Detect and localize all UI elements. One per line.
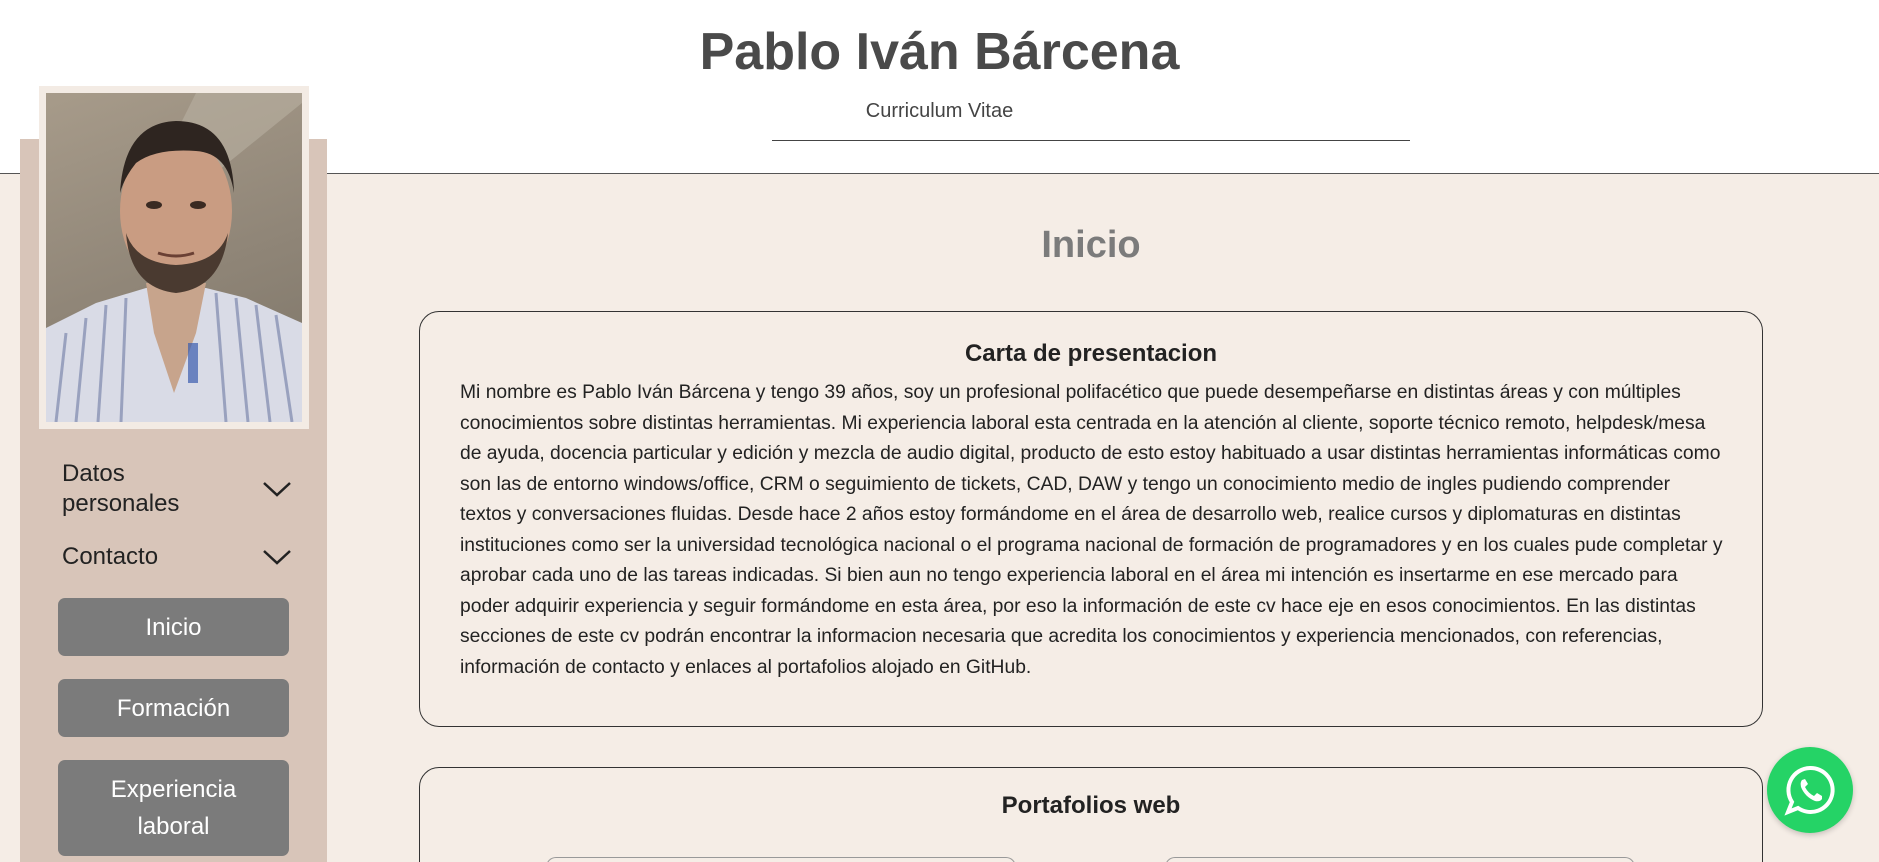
section-title: Inicio xyxy=(1041,224,1141,266)
nav-button-formacion[interactable]: Formación xyxy=(58,679,289,737)
nav-button-formacion-label: Formación xyxy=(116,694,231,722)
accordion-datos-personales-label: Datos personales xyxy=(62,460,180,517)
nav-button-experiencia-laboral[interactable]: Experiencia laboral xyxy=(58,760,289,856)
profile-photo xyxy=(46,93,302,422)
card-body-text: Mi nombre es Pablo Iván Bárcena y tengo … xyxy=(460,382,1723,678)
nav-button-inicio-label: Inicio xyxy=(145,613,202,641)
portfolio-item[interactable] xyxy=(546,857,1016,862)
card-title: Portafolios web xyxy=(1001,792,1181,819)
card-title: Carta de presentacion xyxy=(964,340,1218,367)
accordion-contacto[interactable]: Contacto xyxy=(62,540,292,574)
header-divider xyxy=(772,140,1410,141)
whatsapp-button[interactable] xyxy=(1767,747,1853,833)
nav-button-inicio[interactable]: Inicio xyxy=(58,598,289,656)
chevron-down-icon xyxy=(263,550,291,565)
card-portafolios-web: Portafolios web xyxy=(419,767,1763,862)
page-title-name: Pablo Iván Bárcena xyxy=(699,23,1180,81)
card-carta-presentacion: Carta de presentacion Mi nombre es Pablo… xyxy=(419,311,1763,727)
accordion-contacto-label: Contacto xyxy=(62,543,159,570)
nav-button-experiencia-label: Experiencia laboral xyxy=(110,776,237,840)
chevron-down-icon xyxy=(263,482,291,497)
portfolio-item[interactable] xyxy=(1165,857,1635,862)
whatsapp-icon xyxy=(1784,765,1835,816)
accordion-datos-personales[interactable]: Datos personales xyxy=(62,458,292,520)
profile-photo-frame xyxy=(39,86,309,429)
